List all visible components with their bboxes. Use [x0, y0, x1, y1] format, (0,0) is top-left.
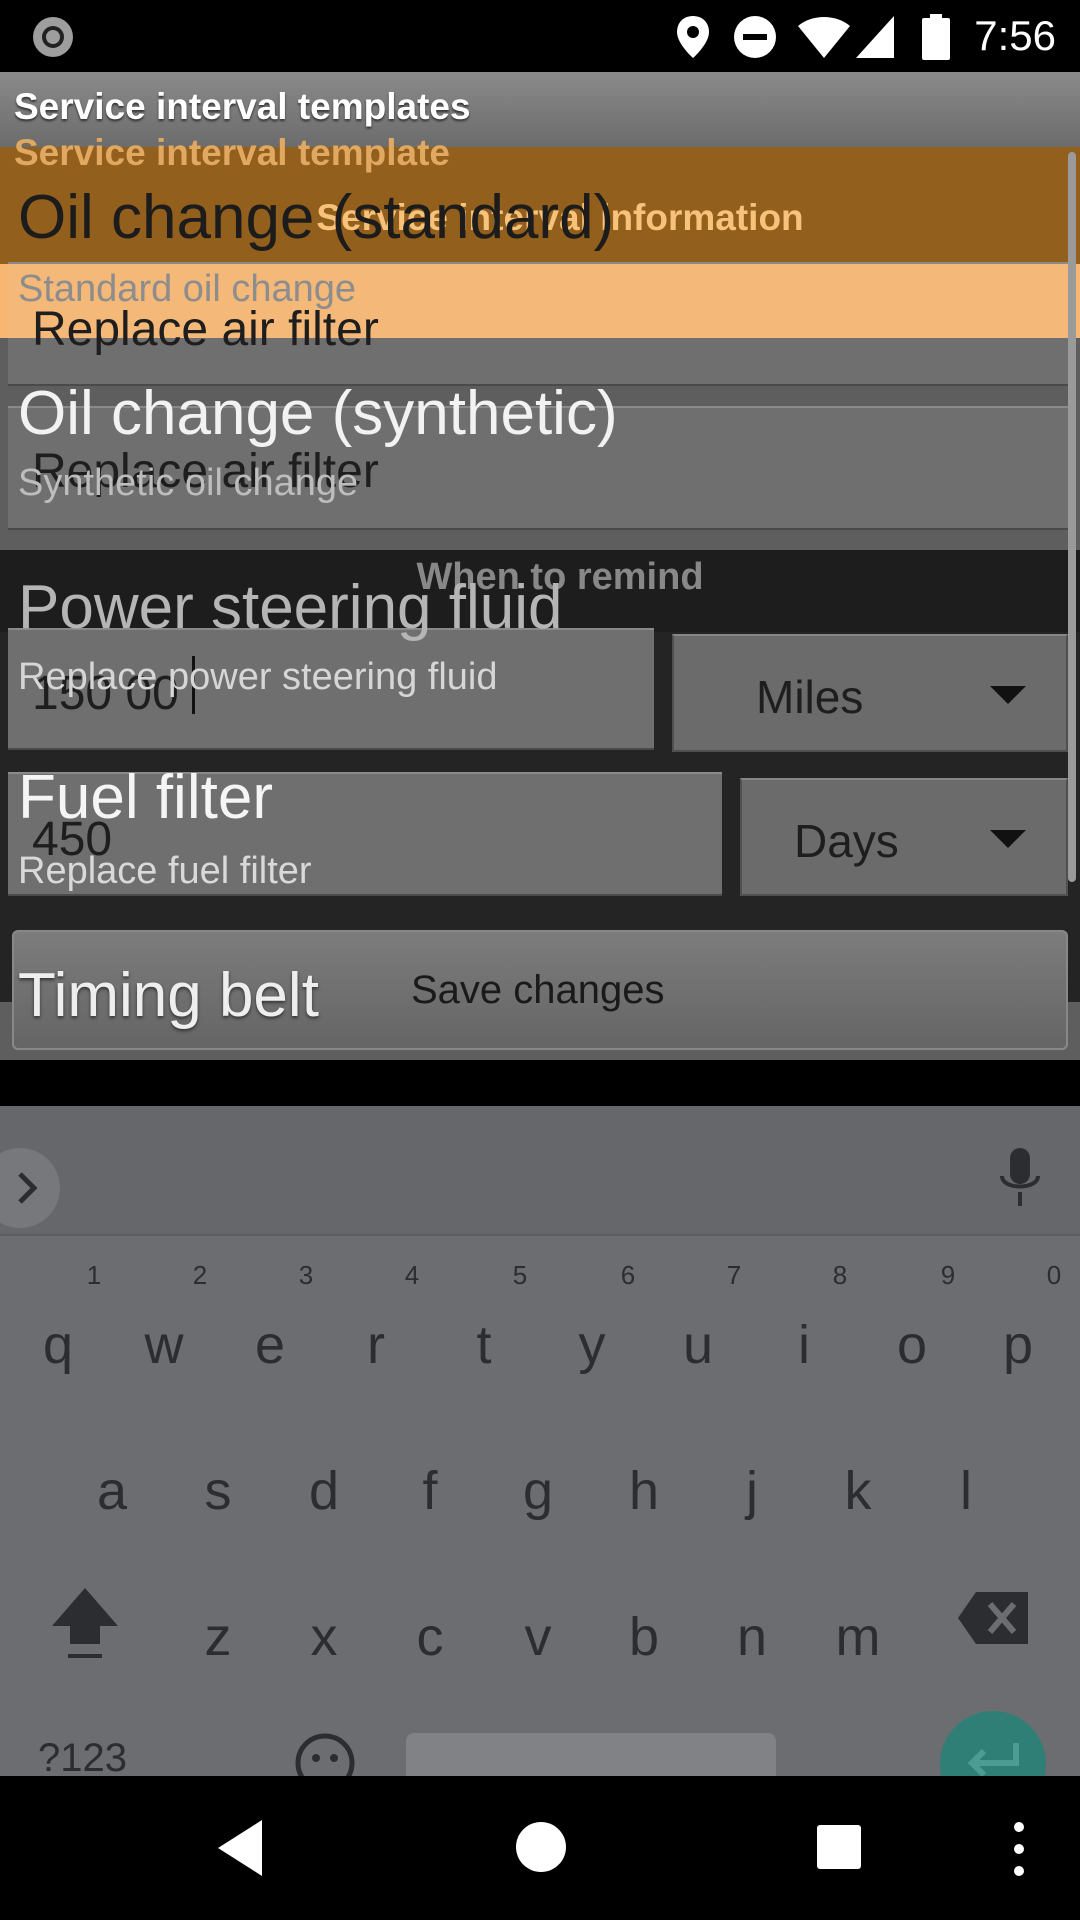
key[interactable]: b [599, 1606, 689, 1668]
key-number-hint: 4 [404, 1260, 420, 1290]
key[interactable]: k [813, 1460, 903, 1522]
key-number-hint: 7 [726, 1260, 742, 1290]
key[interactable]: u [653, 1314, 743, 1376]
title-template: Service interval template [14, 132, 450, 173]
list-item-subtitle: Replace power steering fluid [18, 656, 498, 698]
key-number-hint: 9 [940, 1260, 956, 1290]
key[interactable]: c [385, 1606, 475, 1668]
key[interactable]: p [973, 1314, 1063, 1376]
interval-1-unit-spinner[interactable]: Miles [672, 634, 1068, 752]
list-item-subtitle: Standard oil change [18, 268, 357, 310]
key[interactable]: d [279, 1460, 369, 1522]
chevron-right-icon [18, 1172, 38, 1204]
key[interactable]: v [493, 1606, 583, 1668]
key[interactable]: m [813, 1606, 903, 1668]
dropdown-arrow-icon [990, 830, 1026, 848]
key[interactable]: a [67, 1460, 157, 1522]
expand-toolbar-button[interactable] [0, 1148, 60, 1228]
enter-key[interactable] [940, 1711, 1046, 1776]
back-icon[interactable] [214, 1818, 266, 1878]
recents-icon[interactable] [816, 1824, 862, 1870]
record-icon [33, 17, 73, 57]
key-number-hint: 8 [832, 1260, 848, 1290]
bottom-spacer [0, 1060, 1080, 1106]
key-number-hint: 5 [512, 1260, 528, 1290]
microphone-icon[interactable] [998, 1146, 1042, 1210]
key[interactable]: i [759, 1314, 849, 1376]
key-number-hint: 1 [86, 1260, 102, 1290]
key[interactable]: j [707, 1460, 797, 1522]
soft-keyboard: q 1w 2e 3r 4t 5y 6u 7i 8o 9p 0 asdfghjkl zxcvbnm ?12… [0, 1106, 1080, 1776]
list-item-subtitle: Replace fuel filter [18, 850, 312, 892]
title-templates: Service interval templates [14, 86, 471, 127]
key[interactable]: x [279, 1606, 369, 1668]
key[interactable]: f [385, 1460, 475, 1522]
status-time: 7:56 [974, 12, 1056, 59]
cell-signal-icon [856, 16, 894, 58]
key-number-hint: 3 [298, 1260, 314, 1290]
key[interactable]: h [599, 1460, 689, 1522]
status-bar: 7:56 [0, 0, 1080, 72]
interval-2-unit: Days [794, 815, 899, 867]
interval-2-unit-spinner[interactable]: Days [740, 778, 1068, 896]
interval-1-unit: Miles [756, 671, 864, 723]
key-number-hint: 2 [192, 1260, 208, 1290]
list-item-title[interactable]: Fuel filter [18, 762, 273, 833]
key[interactable]: r [331, 1314, 421, 1376]
screen: 7:56 Service interval templates Service … [0, 0, 1080, 1920]
key[interactable]: l [921, 1460, 1011, 1522]
scrollbar[interactable] [1068, 152, 1076, 882]
list-item-title[interactable]: Timing belt [18, 960, 319, 1031]
list-item-title[interactable]: Oil change (synthetic) [18, 378, 618, 449]
list-item-title[interactable]: Oil change (standard) [18, 182, 614, 253]
key[interactable]: g [493, 1460, 583, 1522]
battery-icon [922, 14, 950, 60]
key-number-hint: 0 [1046, 1260, 1062, 1290]
home-icon[interactable] [514, 1820, 568, 1874]
key[interactable]: n [707, 1606, 797, 1668]
key[interactable]: z [173, 1606, 263, 1668]
location-icon [677, 16, 709, 58]
key[interactable]: w [119, 1314, 209, 1376]
list-item-subtitle: Synthetic oil change [18, 462, 359, 504]
do-not-disturb-icon [734, 16, 776, 58]
enter-icon [967, 1743, 1019, 1776]
suggestion-strip [0, 1106, 1080, 1236]
symbols-key[interactable]: ?123 [38, 1736, 127, 1776]
key[interactable]: o [867, 1314, 957, 1376]
app-content: Service interval templates Service inter… [0, 72, 1080, 1106]
key-number-hint: 6 [620, 1260, 636, 1290]
shift-icon[interactable] [48, 1584, 122, 1666]
backspace-icon[interactable] [956, 1590, 1030, 1646]
wifi-icon [798, 17, 850, 58]
dropdown-arrow-icon [990, 686, 1026, 704]
key[interactable]: e [225, 1314, 315, 1376]
key[interactable]: t [439, 1314, 529, 1376]
overflow-menu-icon[interactable] [1008, 1820, 1030, 1878]
list-item-title[interactable]: Power steering fluid [18, 572, 563, 643]
key[interactable]: y [547, 1314, 637, 1376]
space-key[interactable] [406, 1733, 776, 1776]
save-changes-label: Save changes [411, 968, 665, 1012]
key[interactable]: q [13, 1314, 103, 1376]
emoji-icon[interactable] [294, 1732, 356, 1776]
navigation-bar [0, 1776, 1080, 1920]
key[interactable]: s [173, 1460, 263, 1522]
